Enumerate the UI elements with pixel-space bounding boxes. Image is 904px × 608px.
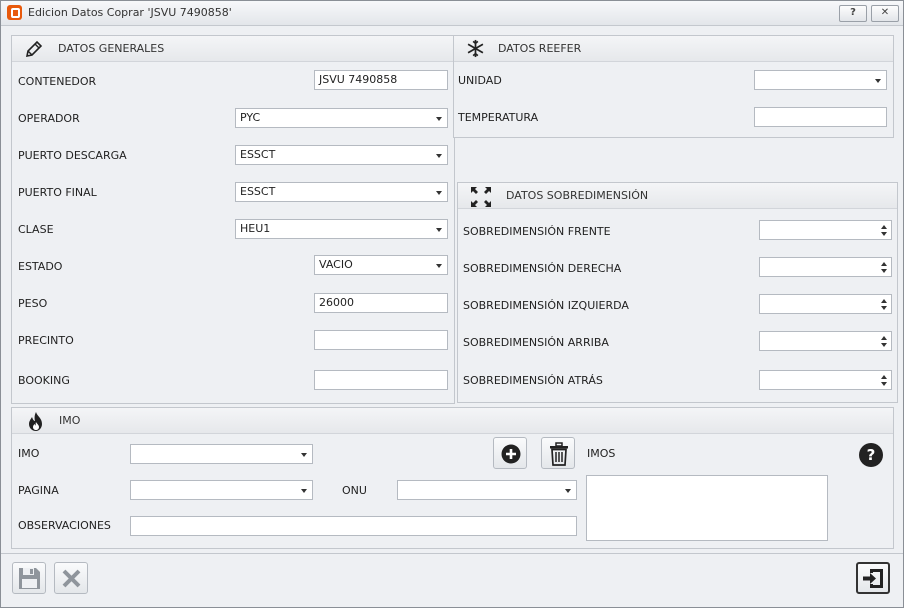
puerto-descarga-select[interactable]: ESSCT: [235, 145, 448, 165]
expand-icon: [471, 187, 491, 207]
floppy-disk-icon: [19, 568, 40, 589]
cancel-button[interactable]: [54, 562, 88, 594]
frente-spinner[interactable]: [759, 220, 892, 240]
contenedor-label: CONTENEDOR: [18, 75, 97, 88]
puerto-descarga-label: PUERTO DESCARGA: [18, 149, 127, 162]
imos-label: IMOS: [587, 447, 616, 460]
add-imo-button[interactable]: [493, 437, 527, 469]
precinto-field[interactable]: [314, 330, 448, 350]
sobredimension-header: DATOS SOBREDIMENSIÓN: [458, 183, 897, 209]
imo-header: IMO: [12, 408, 893, 434]
estado-label: ESTADO: [18, 260, 63, 273]
booking-label: BOOKING: [18, 374, 70, 387]
derecha-label: SOBREDIMENSIÓN DERECHA: [463, 262, 622, 275]
pagina-label: PAGINA: [18, 484, 59, 497]
help-button[interactable]: ?: [839, 5, 867, 22]
temperatura-field[interactable]: [754, 107, 887, 127]
izquierda-label: SOBREDIMENSIÓN IZQUIERDA: [463, 299, 629, 312]
arriba-spinner[interactable]: [759, 331, 892, 351]
title-bar: Edicion Datos Coprar 'JSVU 7490858' ? ✕: [1, 1, 903, 26]
unidad-label: UNIDAD: [458, 74, 502, 87]
exit-icon: [863, 569, 883, 588]
frente-label: SOBREDIMENSIÓN FRENTE: [463, 225, 611, 238]
unidad-select[interactable]: [754, 70, 887, 90]
generales-title: DATOS GENERALES: [58, 42, 165, 55]
peso-label: PESO: [18, 297, 48, 310]
window-title: Edicion Datos Coprar 'JSVU 7490858': [28, 6, 232, 19]
delete-imo-button[interactable]: [541, 437, 575, 469]
onu-label: ONU: [342, 484, 367, 497]
precinto-label: PRECINTO: [18, 334, 74, 347]
window: Edicion Datos Coprar 'JSVU 7490858' ? ✕ …: [0, 0, 904, 608]
pencil-icon: [25, 40, 43, 58]
derecha-spinner[interactable]: [759, 257, 892, 277]
trash-icon: [550, 442, 568, 466]
imos-list[interactable]: [586, 475, 828, 541]
operador-select[interactable]: PYC: [235, 108, 448, 128]
app-icon: [7, 5, 22, 20]
puerto-final-label: PUERTO FINAL: [18, 186, 97, 199]
save-button[interactable]: [12, 562, 46, 594]
observaciones-field[interactable]: [130, 516, 577, 536]
pagina-select[interactable]: [130, 480, 313, 500]
temperatura-label: TEMPERATURA: [458, 111, 539, 124]
imo-label: IMO: [18, 447, 40, 460]
plus-circle-icon: [501, 444, 521, 464]
sobredimension-title: DATOS SOBREDIMENSIÓN: [506, 189, 649, 202]
booking-field[interactable]: [314, 370, 448, 390]
close-button[interactable]: ✕: [871, 5, 899, 22]
estado-select[interactable]: VACIO: [314, 255, 448, 275]
exit-button[interactable]: [856, 562, 890, 594]
peso-field[interactable]: 26000: [314, 293, 448, 313]
clase-select[interactable]: HEU1: [235, 219, 448, 239]
question-circle-icon[interactable]: ?: [859, 443, 883, 467]
operador-label: OPERADOR: [18, 112, 80, 125]
atras-label: SOBREDIMENSIÓN ATRÁS: [463, 374, 603, 387]
x-icon: [62, 569, 81, 588]
arriba-label: SOBREDIMENSIÓN ARRIBA: [463, 336, 609, 349]
imo-title: IMO: [59, 414, 81, 427]
fire-icon: [29, 412, 42, 431]
footer-divider: [1, 553, 903, 554]
clase-label: CLASE: [18, 223, 54, 236]
generales-header: DATOS GENERALES: [12, 36, 454, 62]
contenedor-field[interactable]: JSVU 7490858: [314, 70, 448, 90]
imo-select[interactable]: [130, 444, 313, 464]
observaciones-label: OBSERVACIONES: [18, 519, 111, 532]
atras-spinner[interactable]: [759, 370, 892, 390]
snowflake-icon: [467, 39, 484, 58]
reefer-title: DATOS REEFER: [498, 42, 582, 55]
reefer-header: DATOS REEFER: [454, 36, 893, 62]
izquierda-spinner[interactable]: [759, 294, 892, 314]
onu-select[interactable]: [397, 480, 577, 500]
puerto-final-select[interactable]: ESSCT: [235, 182, 448, 202]
